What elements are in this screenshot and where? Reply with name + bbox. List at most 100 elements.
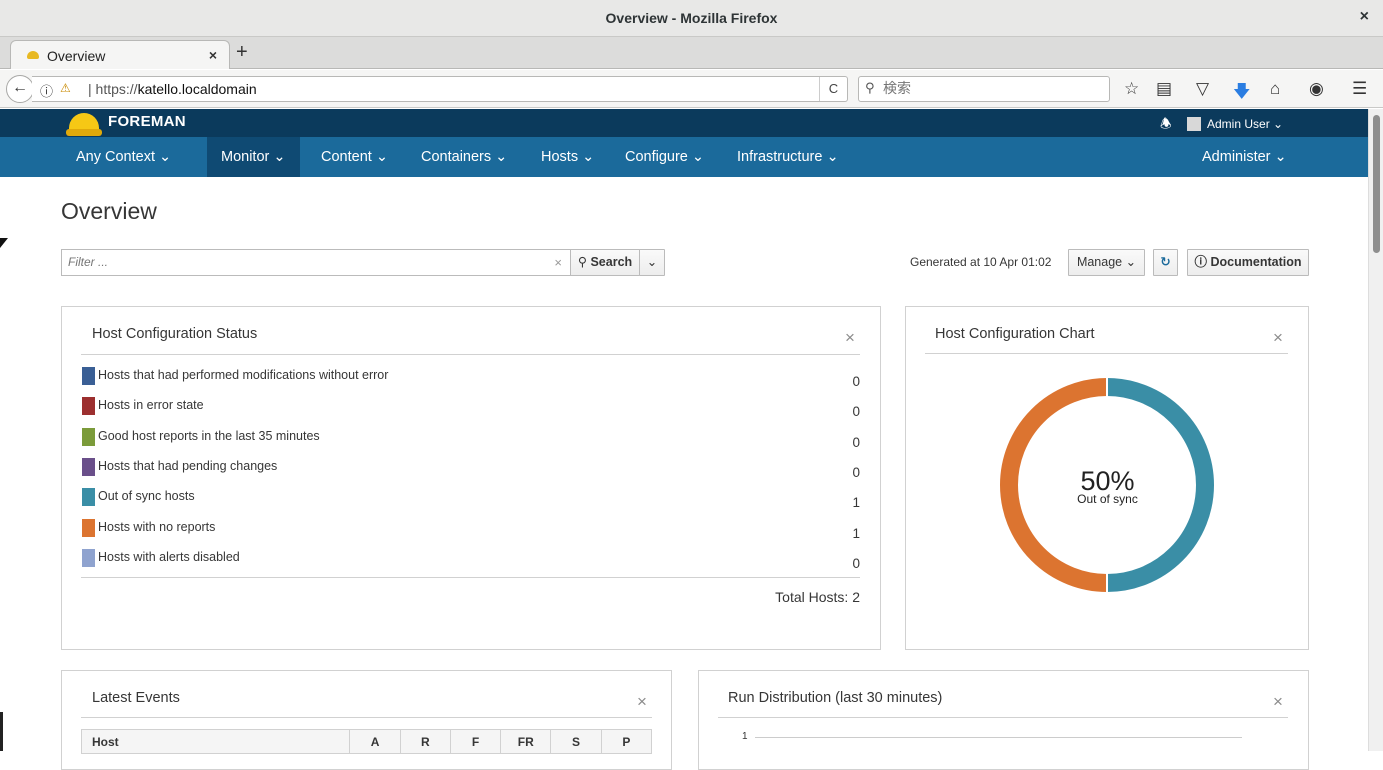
status-label[interactable]: Hosts with alerts disabled (98, 550, 240, 564)
color-swatch (82, 519, 95, 537)
page-scrollbar[interactable] (1368, 109, 1383, 751)
status-count[interactable]: 0 (852, 556, 860, 571)
status-row[interactable]: Out of sync hosts 1 (82, 487, 860, 510)
reading-list-icon[interactable]: ▤ (1156, 79, 1172, 99)
filter-clear-icon[interactable]: × (554, 255, 562, 270)
status-label[interactable]: Hosts that had pending changes (98, 459, 277, 473)
run-card-close-button[interactable]: × (1273, 692, 1283, 712)
refresh-button[interactable]: ↻ (1153, 249, 1178, 276)
column-applied[interactable]: A (349, 729, 401, 754)
status-row[interactable]: Hosts in error state 0 (82, 396, 860, 419)
status-row[interactable]: Hosts that had pending changes 0 (82, 457, 860, 480)
status-row[interactable]: Good host reports in the last 35 minutes… (82, 427, 860, 450)
insecure-lock-icon[interactable]: ⚠ (60, 81, 71, 95)
status-count[interactable]: 0 (852, 465, 860, 480)
browser-tab[interactable]: Overview × (10, 40, 230, 69)
window-close-button[interactable]: × (1360, 8, 1369, 26)
status-count[interactable]: 1 (852, 495, 860, 510)
home-icon[interactable]: ⌂ (1270, 79, 1280, 99)
status-label[interactable]: Hosts that had performed modifications w… (98, 368, 388, 382)
foreman-favicon-icon (27, 51, 39, 59)
total-hosts: Total Hosts: 2 (775, 589, 860, 605)
reload-icon[interactable]: C (819, 77, 847, 101)
browser-search-box[interactable]: ⚲ (858, 76, 1110, 102)
filter-input[interactable] (68, 255, 538, 269)
color-swatch (82, 428, 95, 446)
user-menu[interactable]: Admin User ⌄ (1207, 117, 1283, 131)
nav-monitor[interactable]: Monitor ⌄ (207, 137, 300, 177)
search-button[interactable]: ⚲ Search (570, 249, 640, 276)
nav-configure[interactable]: Configure ⌄ (611, 137, 718, 177)
total-row: Total Hosts: 2 (81, 589, 860, 609)
status-count[interactable]: 0 (852, 404, 860, 419)
browser-search-input[interactable] (883, 80, 1103, 98)
column-failed[interactable]: F (449, 729, 502, 754)
status-count[interactable]: 0 (852, 374, 860, 389)
status-label[interactable]: Out of sync hosts (98, 489, 195, 503)
search-icon: ⚲ (577, 255, 587, 269)
filter-box[interactable]: × (61, 249, 571, 276)
status-row[interactable]: Hosts with no reports 1 (82, 518, 860, 541)
url-bar[interactable]: ⓘ ⚠ | https://katello.localdomain C (32, 76, 848, 102)
nav-infrastructure[interactable]: Infrastructure ⌄ (723, 137, 853, 177)
brand-name[interactable]: FOREMAN (108, 113, 186, 130)
status-card-title: Host Configuration Status (92, 326, 258, 342)
search-bookmarks-dropdown[interactable]: ⌄ (639, 249, 665, 276)
nav-any-context[interactable]: Any Context ⌄ (62, 137, 185, 177)
color-swatch (82, 397, 95, 415)
events-table: Host A R F FR S P (80, 729, 653, 754)
mouse-cursor (0, 238, 8, 248)
manage-button[interactable]: Manage ⌄ (1068, 249, 1145, 276)
column-restarted[interactable]: R (399, 729, 451, 754)
chart-card-close-button[interactable]: × (1273, 328, 1283, 348)
bookmark-star-icon[interactable]: ☆ (1124, 79, 1139, 99)
window-titlebar: Overview - Mozilla Firefox × (0, 0, 1383, 37)
nav-content[interactable]: Content ⌄ (307, 137, 402, 177)
search-icon: ⚲ (865, 80, 875, 95)
status-label[interactable]: Good host reports in the last 35 minutes (98, 429, 320, 443)
pocket-icon[interactable]: ▽ (1196, 79, 1209, 99)
foreman-logo-icon[interactable] (66, 111, 102, 137)
status-count[interactable]: 0 (852, 435, 860, 450)
documentation-button[interactable]: ⓘ Documentation (1187, 249, 1309, 276)
color-swatch (82, 458, 95, 476)
donut-center-label: Out of sync (1077, 492, 1138, 506)
divider (81, 354, 860, 355)
column-pending[interactable]: P (600, 729, 653, 754)
status-card-close-button[interactable]: × (845, 328, 855, 348)
info-icon[interactable]: ⓘ (40, 81, 53, 100)
nav-hosts[interactable]: Hosts ⌄ (527, 137, 608, 177)
nav-administer[interactable]: Administer ⌄ (1188, 137, 1301, 177)
extension-icon[interactable]: ◉ (1309, 79, 1324, 99)
url-text[interactable]: | https://katello.localdomain (88, 81, 257, 97)
table-header-row: Host A R F FR S P (80, 729, 653, 754)
back-button[interactable]: ← (6, 75, 34, 103)
scrollbar-thumb[interactable] (1373, 115, 1380, 253)
notification-bell-icon[interactable]: 🕭 (1160, 115, 1172, 137)
user-avatar[interactable] (1187, 117, 1201, 131)
hamburger-menu-icon[interactable]: ☰ (1352, 79, 1367, 99)
divider (925, 353, 1288, 354)
column-host[interactable]: Host (80, 729, 351, 754)
new-tab-button[interactable]: + (236, 41, 248, 64)
status-count[interactable]: 1 (852, 526, 860, 541)
download-icon[interactable]: 🡇 (1233, 79, 1250, 108)
status-row[interactable]: Hosts that had performed modifications w… (82, 366, 860, 389)
color-swatch (82, 549, 95, 567)
status-label[interactable]: Hosts in error state (98, 398, 204, 412)
run-card-title: Run Distribution (last 30 minutes) (728, 690, 943, 706)
url-host: katello.localdomain (137, 81, 257, 97)
url-prefix: https:// (95, 81, 138, 97)
help-icon: ⓘ (1194, 255, 1208, 269)
column-skipped[interactable]: S (550, 729, 602, 754)
nav-containers[interactable]: Containers ⌄ (407, 137, 521, 177)
tab-strip: Overview × + (0, 37, 1383, 69)
gridline (755, 737, 1242, 738)
events-card-close-button[interactable]: × (637, 692, 647, 712)
column-failed-restarts[interactable]: FR (500, 729, 552, 754)
tab-close-button[interactable]: × (209, 47, 217, 63)
generated-timestamp: Generated at 10 Apr 01:02 (910, 255, 1052, 269)
status-label[interactable]: Hosts with no reports (98, 520, 215, 534)
main-navigation: Any Context ⌄ Monitor ⌄ Content ⌄ Contai… (0, 137, 1368, 177)
status-row[interactable]: Hosts with alerts disabled 0 (82, 548, 860, 571)
